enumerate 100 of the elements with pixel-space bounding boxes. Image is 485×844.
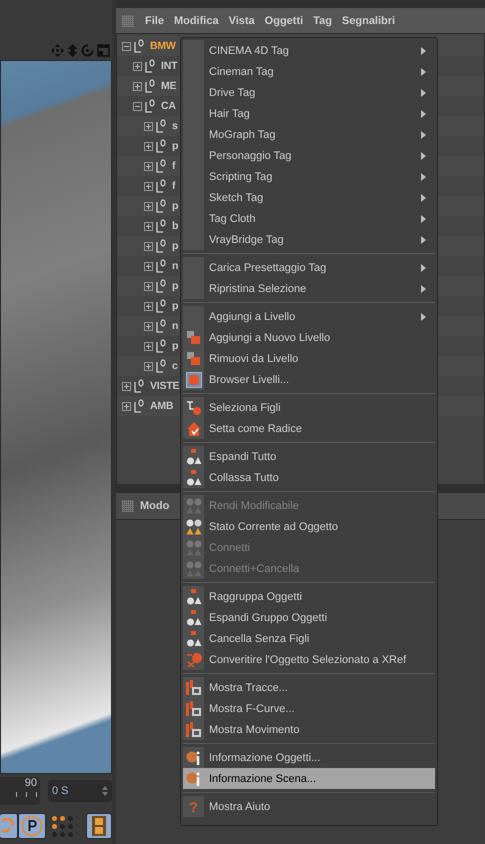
expand-toggle[interactable] [144, 142, 153, 150]
expand-toggle[interactable] [144, 262, 153, 270]
menu-item[interactable]: Vista [224, 14, 260, 26]
object-group-icon [186, 610, 202, 626]
tree-item-label[interactable]: b [172, 220, 178, 232]
tree-item-label[interactable]: p [172, 140, 178, 152]
context-menu-item[interactable]: Sketch Tag [183, 187, 435, 208]
expand-toggle[interactable] [122, 42, 131, 50]
context-menu-item[interactable]: Drive Tag [183, 82, 435, 103]
context-menu-item[interactable]: Converitire l'Oggetto Selezionato a XRef [183, 649, 435, 670]
mode-menu[interactable]: Modo [140, 500, 170, 512]
context-menu-item[interactable]: CINEMA 4D Tag [183, 40, 435, 61]
expand-toggle[interactable] [144, 162, 153, 170]
context-menu-item[interactable]: MoGraph Tag [183, 124, 435, 145]
expand-toggle[interactable] [144, 182, 153, 190]
object-group-icon [186, 588, 202, 604]
tree-item-label[interactable]: c [172, 360, 178, 372]
context-menu-item[interactable]: Informazione Scena... [183, 768, 435, 789]
help-icon: ? [189, 798, 198, 814]
context-menu-item[interactable]: Espandi Gruppo Oggetti [183, 607, 435, 628]
tree-item-label[interactable]: p [172, 240, 178, 252]
object-group-icon [186, 448, 202, 464]
context-menu-item[interactable]: Browser Livelli... [183, 369, 435, 390]
tree-item-label[interactable]: f [172, 160, 176, 172]
context-menu-item[interactable]: Espandi Tutto [183, 446, 435, 467]
expand-toggle[interactable] [133, 102, 142, 110]
context-menu-item[interactable]: ? Mostra Aiuto [183, 796, 435, 817]
expand-toggle[interactable] [144, 202, 153, 210]
tree-item-label[interactable]: CA [161, 100, 176, 112]
layer-browser-icon [186, 372, 202, 388]
hierarchy-icon [186, 400, 202, 416]
tree-item-label[interactable]: n [172, 260, 178, 272]
key-dots-icon[interactable] [50, 813, 74, 839]
graph-icon [186, 680, 202, 696]
graph-icon [186, 700, 202, 716]
sphere-icon [186, 652, 202, 668]
context-menu-item[interactable]: Mostra Tracce... [183, 677, 435, 698]
context-menu-item[interactable]: Scripting Tag [183, 166, 435, 187]
menu-item[interactable]: Oggetti [260, 14, 308, 26]
context-menu-item[interactable]: Carica Presettaggio Tag [183, 257, 435, 278]
context-menu-item[interactable]: Raggruppa Oggetti [183, 586, 435, 607]
time-field[interactable]: 0 S [48, 780, 112, 802]
context-menu-item[interactable]: Stato Corrente ad Oggetto [183, 516, 435, 537]
tree-item-label[interactable]: p [172, 200, 178, 212]
tree-item-label[interactable]: BMW [150, 40, 176, 52]
expand-toggle[interactable] [144, 222, 153, 230]
context-menu-item[interactable]: Collassa Tutto [183, 467, 435, 488]
timeline-ruler: 90 [0, 777, 40, 805]
expand-toggle[interactable] [144, 122, 153, 130]
menu-item[interactable]: Tag [308, 14, 337, 26]
context-menu-item[interactable]: Mostra F-Curve... [183, 698, 435, 719]
tree-item-label[interactable]: f [172, 180, 176, 192]
expand-toggle[interactable] [144, 302, 153, 310]
context-menu-item[interactable]: Cancella Senza Figli [183, 628, 435, 649]
context-menu-item[interactable]: Rimuovi da Livello [183, 348, 435, 369]
shapes-icon [186, 518, 202, 534]
context-menu-item[interactable]: Aggiungi a Nuovo Livello [183, 327, 435, 348]
grip-icon[interactable] [122, 14, 134, 26]
loop-button[interactable] [0, 813, 18, 839]
menu-item[interactable]: Segnalibri [336, 14, 400, 26]
menu-item[interactable]: Modifica [168, 14, 224, 26]
info-icon [186, 770, 202, 786]
record-button[interactable] [18, 813, 46, 839]
context-menu-item[interactable]: Personaggio Tag [183, 145, 435, 166]
grip-icon[interactable] [122, 500, 134, 512]
tree-item-label[interactable]: s [172, 120, 178, 132]
context-menu-item[interactable]: Tag Cloth [183, 208, 435, 229]
expand-toggle[interactable] [122, 382, 131, 390]
tree-item-label[interactable]: AMB [150, 400, 174, 412]
menu-item[interactable]: File [140, 14, 169, 26]
context-menu-item[interactable]: Aggiungi a Livello [183, 306, 435, 327]
object-group-icon [186, 630, 202, 646]
tree-item-label[interactable]: ME [161, 80, 176, 92]
expand-toggle[interactable] [122, 402, 131, 410]
tree-item-label[interactable]: p [172, 340, 178, 352]
tree-item-label[interactable]: p [172, 300, 178, 312]
expand-toggle[interactable] [133, 62, 142, 70]
context-menu-item[interactable]: Cineman Tag [183, 61, 435, 82]
context-menu-item[interactable]: Ripristina Selezione [183, 278, 435, 299]
shapes-icon [186, 540, 202, 556]
context-menu-item[interactable]: Informazione Oggetti... [183, 747, 435, 768]
expand-toggle[interactable] [133, 82, 142, 90]
context-menu-item[interactable]: Hair Tag [183, 103, 435, 124]
context-menu-item[interactable]: Mostra Movimento [183, 719, 435, 740]
context-menu-item[interactable]: VrayBridge Tag [183, 229, 435, 250]
object-group-icon [186, 470, 202, 486]
layers-icon [186, 352, 200, 366]
spinner-icon[interactable] [102, 786, 108, 796]
expand-toggle[interactable] [144, 322, 153, 330]
tree-item-label[interactable]: VISTE [150, 380, 180, 392]
tree-item-label[interactable]: INT [161, 60, 178, 72]
expand-toggle[interactable] [144, 342, 153, 350]
expand-toggle[interactable] [144, 282, 153, 290]
tree-item-label[interactable]: p [172, 280, 178, 292]
expand-toggle[interactable] [144, 242, 153, 250]
tree-item-label[interactable]: n [172, 320, 178, 332]
context-menu-item[interactable]: Seleziona Figli [183, 397, 435, 418]
expand-toggle[interactable] [144, 362, 153, 370]
film-button[interactable] [86, 813, 112, 839]
context-menu-item[interactable]: Setta come Radice [183, 418, 435, 439]
